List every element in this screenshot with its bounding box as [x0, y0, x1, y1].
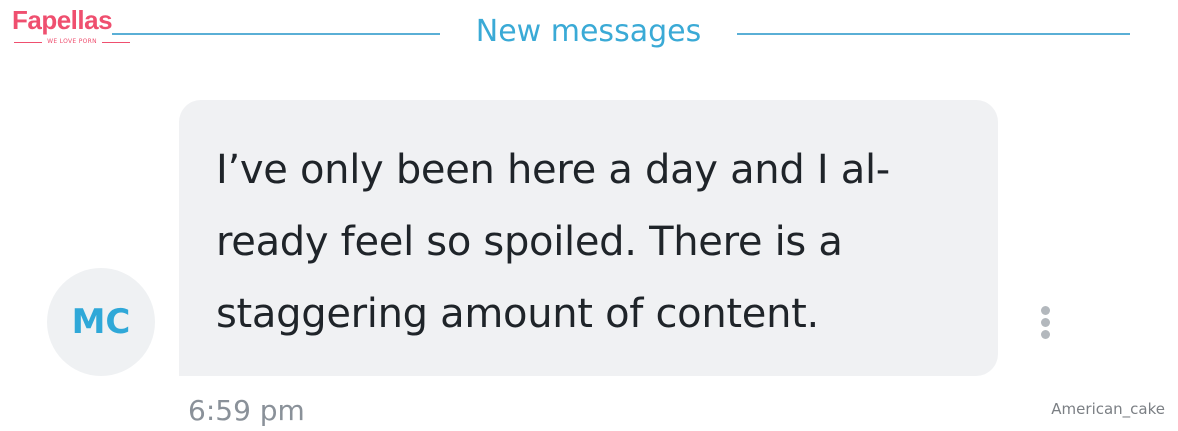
message-text-line: I’ve only been here a day and I al- [216, 147, 890, 193]
more-vertical-icon-dot [1041, 330, 1050, 339]
sender-avatar-initials: MC [71, 302, 131, 342]
new-messages-divider-line-left [112, 33, 440, 35]
message-text-line: ready feel so spoiled. There is a [216, 219, 843, 265]
brand-logo: Fapellas WE LOVE PORN [10, 4, 138, 48]
brand-logo-wordmark: Fapellas [12, 5, 113, 35]
new-messages-divider-line-right [737, 33, 1130, 35]
watermark-username: American_cake [1051, 400, 1165, 418]
message-timestamp: 6:59 pm [188, 394, 305, 427]
sender-avatar[interactable]: MC [47, 268, 155, 376]
more-vertical-icon-dot [1041, 318, 1050, 327]
message-text: I’ve only been here a day and I al- read… [216, 134, 936, 350]
new-messages-divider-label: New messages [475, 14, 702, 49]
more-vertical-icon-dot [1041, 306, 1050, 315]
brand-logo-tagline: WE LOVE PORN [10, 38, 134, 46]
message-text-line: staggering amount of content. [216, 291, 819, 337]
message-options-button[interactable] [1030, 302, 1062, 342]
message-bubble[interactable]: I’ve only been here a day and I al- read… [179, 100, 998, 376]
